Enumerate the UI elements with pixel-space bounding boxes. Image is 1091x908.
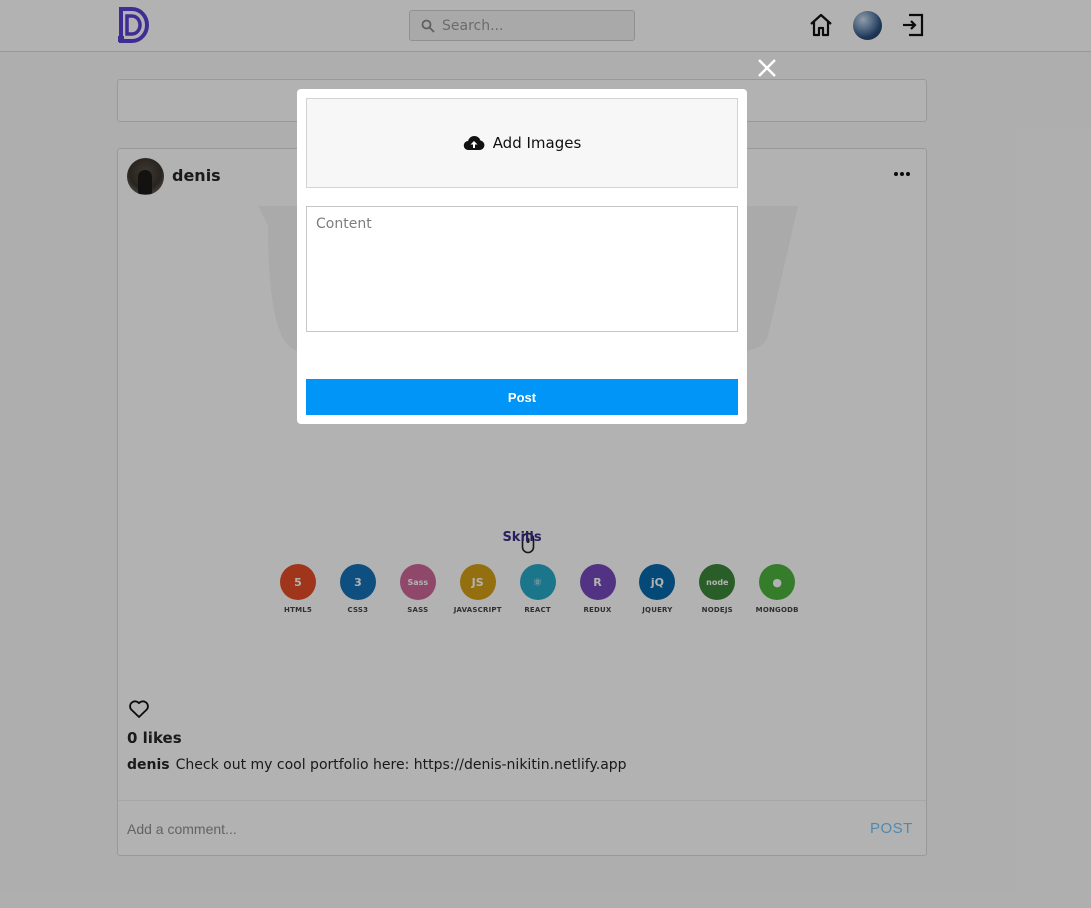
add-images-label: Add Images [492, 134, 582, 152]
content-textarea[interactable] [306, 206, 738, 332]
create-post-modal: Add Images Post [297, 89, 747, 424]
close-icon[interactable] [756, 57, 778, 79]
add-images-button[interactable]: Add Images [306, 98, 738, 188]
cloud-upload-icon [463, 136, 485, 151]
post-button[interactable]: Post [306, 379, 738, 415]
